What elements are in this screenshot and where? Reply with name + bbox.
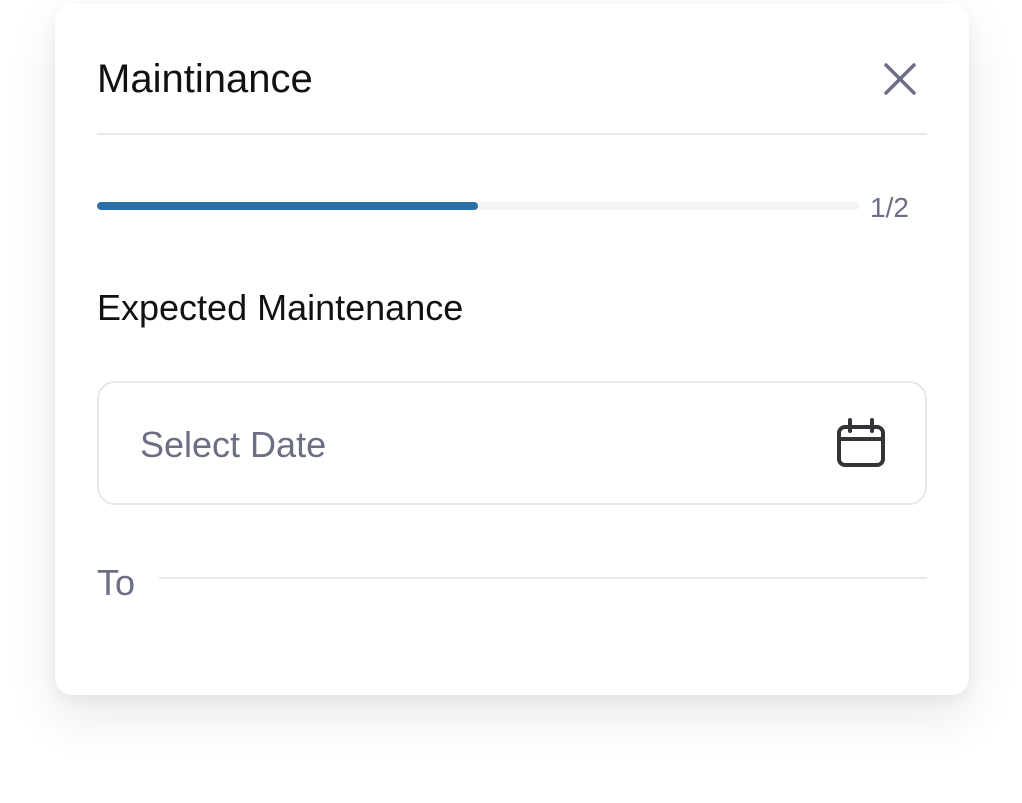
- section-heading: Expected Maintenance: [97, 287, 464, 328]
- progress-bar-fill: [97, 202, 478, 210]
- to-label: To: [97, 562, 136, 603]
- calendar-icon: [837, 418, 885, 467]
- header-divider: [97, 133, 927, 135]
- to-divider-line: [159, 577, 927, 579]
- progress-step-count: 1/2: [870, 192, 909, 223]
- dialog-title: Maintinance: [97, 57, 313, 101]
- maintenance-dialog: Maintinance 1/2 Expected Maintenance Sel…: [55, 4, 969, 695]
- close-icon: [884, 63, 916, 95]
- close-button[interactable]: [875, 54, 925, 104]
- date-placeholder: Select Date: [140, 424, 327, 465]
- progress-bar: [97, 202, 859, 210]
- date-select-field[interactable]: Select Date: [97, 381, 927, 505]
